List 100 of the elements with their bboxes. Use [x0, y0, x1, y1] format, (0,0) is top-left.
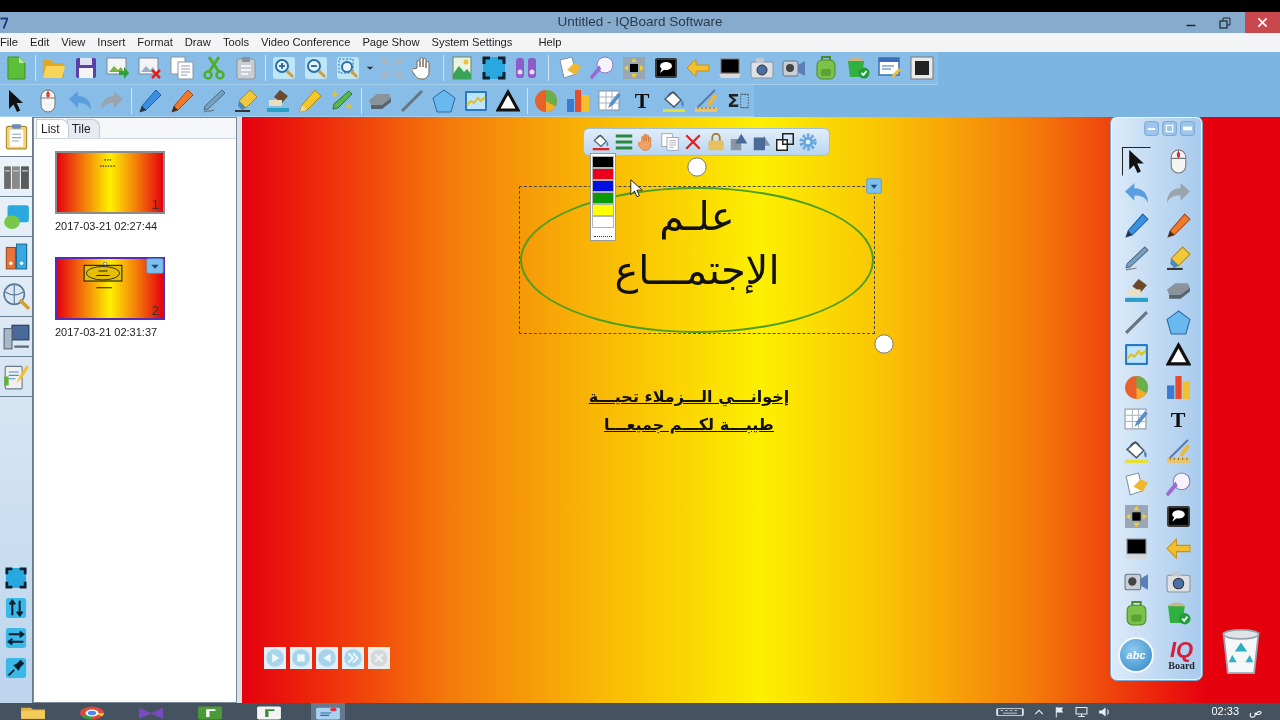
line-width-icon[interactable]	[615, 133, 633, 151]
menu-item[interactable]: Page Show	[362, 35, 420, 50]
page-pointer-icon[interactable]	[558, 56, 582, 80]
pentagon-icon[interactable]	[432, 88, 456, 113]
zoom-window-icon[interactable]	[336, 56, 360, 80]
picture-delete-icon[interactable]	[138, 56, 162, 80]
window-title: Untitled - IQBoard Software	[557, 14, 723, 31]
formula-button[interactable]: Σ	[727, 89, 749, 112]
fill-color-icon[interactable]	[592, 133, 610, 151]
camera-icon[interactable]	[750, 56, 774, 80]
pencil-icon[interactable]	[298, 88, 322, 113]
color-swatch-icon[interactable]	[592, 180, 614, 192]
page-icon[interactable]	[4, 56, 28, 80]
window-pen-icon[interactable]	[878, 56, 902, 80]
pin-icon[interactable]	[5, 657, 27, 679]
menu-item[interactable]: System Settings	[431, 35, 513, 50]
bring-forward-icon[interactable]	[730, 133, 748, 151]
color-swatch-icon[interactable]	[592, 168, 614, 180]
menu-item[interactable]: File	[0, 35, 19, 50]
dotted-box-icon	[739, 92, 749, 109]
flag-icon[interactable]	[1054, 705, 1066, 718]
folder-icon[interactable]	[20, 706, 46, 720]
paint-bucket-icon[interactable]	[662, 88, 686, 113]
picture-arrow-icon[interactable]	[106, 56, 130, 80]
color-swatch-icon[interactable]	[592, 156, 614, 168]
bucket-check-icon[interactable]	[846, 56, 870, 80]
computer-icon	[2, 323, 30, 350]
speech-bubble-icon[interactable]	[654, 56, 678, 80]
text-tool-button[interactable]: T	[1168, 405, 1188, 434]
zoom-out-icon[interactable]	[304, 56, 328, 80]
caret-icon[interactable]	[366, 65, 374, 71]
rotate-handle-icon[interactable]	[687, 157, 707, 177]
overlapping-squares-icon[interactable]	[776, 133, 794, 151]
restore-icon[interactable]	[1162, 121, 1177, 136]
triangle-icon[interactable]	[496, 88, 520, 113]
menu-item[interactable]: View	[61, 35, 86, 50]
menu-item[interactable]: Edit	[30, 35, 50, 50]
browser-icon[interactable]	[79, 706, 105, 720]
speaker-icon[interactable]	[1098, 705, 1112, 718]
thumbnail-sketch-icon	[83, 262, 123, 291]
text-tool-button[interactable]: T	[632, 88, 652, 113]
highlighter-icon[interactable]	[234, 88, 258, 113]
menu-item[interactable]: Draw	[184, 35, 211, 50]
close-icon	[1257, 17, 1268, 28]
square-arrows-icon[interactable]	[622, 56, 646, 80]
tile-icon[interactable]	[256, 706, 282, 720]
tab[interactable]: List	[36, 118, 69, 138]
dock-tab[interactable]	[0, 117, 32, 157]
fine-pen-icon[interactable]	[202, 88, 226, 113]
menu-item[interactable]: Help	[538, 35, 562, 50]
menu-item[interactable]: Tools	[222, 35, 249, 50]
app-icon[interactable]	[0, 16, 8, 29]
dropdown-icon[interactable]	[146, 258, 164, 275]
restore-icon[interactable]	[1219, 16, 1231, 29]
laptop-icon[interactable]	[718, 56, 742, 80]
settings-icon[interactable]	[799, 133, 817, 151]
landscape-picture-icon[interactable]	[450, 56, 474, 80]
copy-icon[interactable]	[170, 56, 194, 80]
brush-icon[interactable]	[170, 88, 194, 113]
keyboard-icon[interactable]	[996, 705, 1025, 718]
monitor-icon[interactable]	[1075, 705, 1089, 718]
delete-icon[interactable]	[684, 133, 702, 151]
resize-handle-icon[interactable]	[874, 334, 894, 354]
fullscreen-icon[interactable]	[5, 567, 27, 589]
copy-icon[interactable]	[661, 133, 679, 151]
recycle-bin-icon[interactable]	[1220, 628, 1262, 675]
collapse-icon[interactable]	[1180, 121, 1195, 136]
pointer-arrow-icon[interactable]	[1121, 146, 1151, 176]
left-right-arrows-icon[interactable]	[5, 627, 27, 649]
backpack-icon[interactable]	[814, 56, 838, 80]
up-down-arrows-icon[interactable]	[5, 597, 27, 619]
magnifier-icon[interactable]	[1163, 469, 1193, 499]
line-chart-icon[interactable]	[464, 88, 488, 113]
table-pencil-icon[interactable]	[598, 88, 622, 113]
lock-icon[interactable]	[707, 133, 725, 151]
ruler-pencil-icon[interactable]	[694, 88, 718, 113]
clipboard-icon[interactable]	[234, 56, 258, 80]
page-number: 1	[151, 197, 159, 212]
capsules-icon[interactable]	[514, 56, 538, 80]
color-swatch-icon[interactable]	[592, 216, 614, 228]
taskbar-button[interactable]	[311, 703, 345, 720]
color-swatch-icon[interactable]	[592, 192, 614, 204]
tile-icon[interactable]	[197, 706, 223, 720]
close-button[interactable]	[1245, 12, 1280, 33]
color-swatch-icon[interactable]	[592, 204, 614, 216]
line-icon[interactable]	[400, 88, 424, 113]
magnifier-icon[interactable]	[590, 56, 614, 80]
menu-item[interactable]: Video Conference	[261, 35, 351, 50]
pen-icon[interactable]	[138, 88, 162, 113]
tab[interactable]: Tile	[66, 118, 100, 138]
menu-item[interactable]: Insert	[97, 35, 126, 50]
bar-chart-icon[interactable]	[566, 88, 590, 113]
film-frame-icon[interactable]	[910, 56, 934, 80]
dropdown-icon[interactable]	[866, 178, 882, 194]
magic-pen-icon[interactable]	[330, 88, 354, 113]
fullscreen-icon[interactable]	[482, 56, 506, 80]
wide-brush-icon[interactable]	[266, 88, 290, 113]
send-backward-icon[interactable]	[753, 133, 771, 151]
zoom-in-icon[interactable]	[272, 56, 296, 80]
menu-item[interactable]: Format	[137, 35, 173, 50]
